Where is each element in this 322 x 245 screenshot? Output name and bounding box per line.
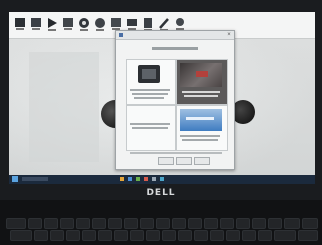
taskbar-app-icon-4[interactable]	[144, 177, 148, 181]
keyboard-key	[258, 230, 272, 241]
keyboard-key	[284, 218, 300, 229]
keyboard-key	[76, 218, 90, 229]
keyboard-key	[130, 230, 144, 241]
dialog-window: ×	[115, 30, 235, 170]
keyboard-key	[178, 230, 192, 241]
window-icon	[119, 33, 123, 37]
panel-4-text	[182, 139, 218, 141]
keyboard-key	[124, 218, 138, 229]
keyboard-key	[98, 230, 112, 241]
device-image-2-detail	[196, 71, 208, 77]
panel-1-text	[134, 97, 164, 99]
play-icon[interactable]	[45, 16, 59, 32]
keyboard-key	[188, 218, 202, 229]
keyboard-key	[194, 230, 208, 241]
keyboard-key	[140, 218, 154, 229]
keyboard-key	[210, 230, 224, 241]
gear-icon[interactable]	[77, 16, 91, 32]
keyboard-key	[34, 230, 48, 241]
device-image-1-detail	[142, 69, 156, 79]
panel-4-text	[180, 135, 220, 137]
dialog-button-1[interactable]	[158, 157, 174, 165]
device-image-4	[180, 109, 222, 131]
toolbar-app-icon-1[interactable]	[13, 16, 27, 32]
panel-2-text	[182, 91, 220, 93]
taskbar-app-icon-2[interactable]	[128, 177, 132, 181]
panel-1-text	[130, 89, 170, 91]
laptop-screen: ×	[9, 12, 315, 177]
panel-2-text	[184, 95, 218, 97]
keyboard-key	[60, 218, 74, 229]
search-icon[interactable]	[22, 177, 48, 181]
keyboard-key	[50, 230, 64, 241]
keyboard-key	[302, 218, 318, 229]
keyboard-key	[66, 230, 80, 241]
keyboard-key	[44, 218, 58, 229]
keyboard-key	[146, 230, 160, 241]
dialog-heading	[152, 47, 198, 50]
photo-scene: × DELL	[0, 0, 322, 245]
keyboard-key	[28, 218, 42, 229]
keyboard-key	[156, 218, 170, 229]
close-icon[interactable]: ×	[226, 32, 232, 38]
keyboard-key	[114, 230, 128, 241]
dialog-button-2[interactable]	[176, 157, 192, 165]
keyboard-key	[204, 218, 218, 229]
keyboard-key	[10, 230, 32, 241]
keyboard-key	[92, 218, 106, 229]
keyboard-key	[268, 218, 282, 229]
keyboard-key	[252, 218, 266, 229]
keyboard-key	[82, 230, 96, 241]
dialog-button-3[interactable]	[194, 157, 210, 165]
start-icon[interactable]	[12, 176, 18, 182]
keyboard-key	[236, 218, 250, 229]
dell-logo: DELL	[146, 188, 176, 198]
panel-1-text	[132, 93, 168, 95]
keyboard-key	[226, 230, 240, 241]
keyboard-key	[6, 218, 26, 229]
dialog-footer-text	[130, 152, 222, 154]
device-image-4-detail	[186, 117, 214, 120]
keyboard-key	[298, 230, 318, 241]
keyboard-key	[172, 218, 186, 229]
keyboard-key	[162, 230, 176, 241]
taskbar-app-icon-1[interactable]	[120, 177, 124, 181]
dialog-titlebar	[116, 31, 234, 40]
keyboard-key	[274, 230, 296, 241]
panel-3-text	[132, 127, 168, 129]
taskbar-app-icon-5[interactable]	[152, 177, 156, 181]
taskbar-app-icon-6[interactable]	[160, 177, 164, 181]
keyboard-key	[242, 230, 256, 241]
keyboard-key	[108, 218, 122, 229]
keyboard-key	[220, 218, 234, 229]
panel-3-text	[130, 123, 170, 125]
toolbar-app-icon-4[interactable]	[93, 16, 107, 32]
toolbar-app-icon-3[interactable]	[61, 16, 75, 32]
toolbar-app-icon-2[interactable]	[29, 16, 43, 32]
taskbar-app-icon-3[interactable]	[136, 177, 140, 181]
background-panel	[29, 52, 99, 162]
